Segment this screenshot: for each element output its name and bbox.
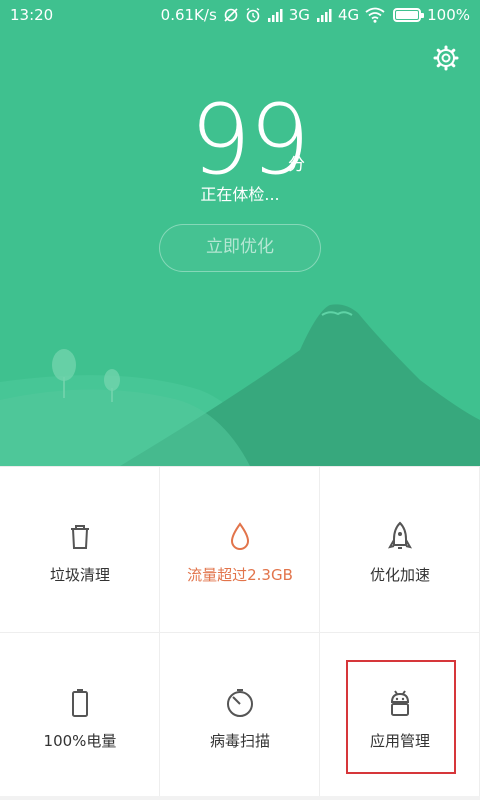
scan-status-text: 正在体检... — [200, 185, 280, 204]
network-speed: 0.61K/s — [160, 6, 217, 24]
tile-label: 应用管理 — [369, 732, 430, 750]
optimize-now-button[interactable]: 立即优化 — [159, 224, 321, 272]
status-time: 13:20 — [10, 6, 54, 24]
status-bar: 13:20 0.61K/s 3G 4G 100% — [0, 0, 480, 32]
wifi-icon — [365, 7, 385, 23]
alarm-icon — [246, 7, 260, 23]
battery-icon — [393, 8, 425, 22]
trash-icon — [71, 525, 89, 549]
bottom-edge — [0, 796, 480, 800]
status-indicators: 0.61K/s 3G 4G 100% — [161, 6, 470, 24]
signal-icon — [316, 9, 332, 22]
tile-virus-scan[interactable]: 病毒扫描 — [160, 633, 320, 799]
tile-data-usage[interactable]: 流量超过2.3GB — [160, 467, 320, 633]
sync-off-icon — [224, 8, 238, 22]
tool-grid: 垃圾清理 流量超过2.3GB 优化加速 100%电量 病毒扫描 应用管理 — [0, 466, 480, 800]
tile-label: 优化加速 — [369, 566, 430, 584]
scan-icon — [227, 689, 253, 717]
android-icon — [390, 690, 410, 716]
tile-battery[interactable]: 100%电量 — [0, 633, 160, 799]
tile-speed-boost[interactable]: 优化加速 — [320, 467, 480, 633]
hero-panel: 13:20 0.61K/s 3G 4G 100% 99 分 正在体检... 立即… — [0, 0, 480, 466]
sim1-network-type: 3G — [288, 6, 310, 24]
landscape-illustration — [0, 304, 480, 466]
battery-level: 100% — [427, 6, 470, 24]
tile-app-manager[interactable]: 应用管理 — [320, 633, 480, 799]
tile-label: 流量超过2.3GB — [187, 566, 293, 584]
score-unit: 分 — [288, 155, 305, 175]
gear-icon[interactable] — [432, 44, 460, 72]
tile-junk-cleaner[interactable]: 垃圾清理 — [0, 467, 160, 633]
drop-icon — [230, 522, 250, 550]
tile-label: 100%电量 — [43, 732, 117, 750]
tile-label: 垃圾清理 — [49, 566, 110, 584]
rocket-icon — [387, 521, 413, 549]
battery-icon — [72, 689, 88, 717]
signal-icon — [267, 9, 283, 22]
tile-label: 病毒扫描 — [209, 732, 270, 750]
sim2-network-type: 4G — [337, 6, 360, 24]
